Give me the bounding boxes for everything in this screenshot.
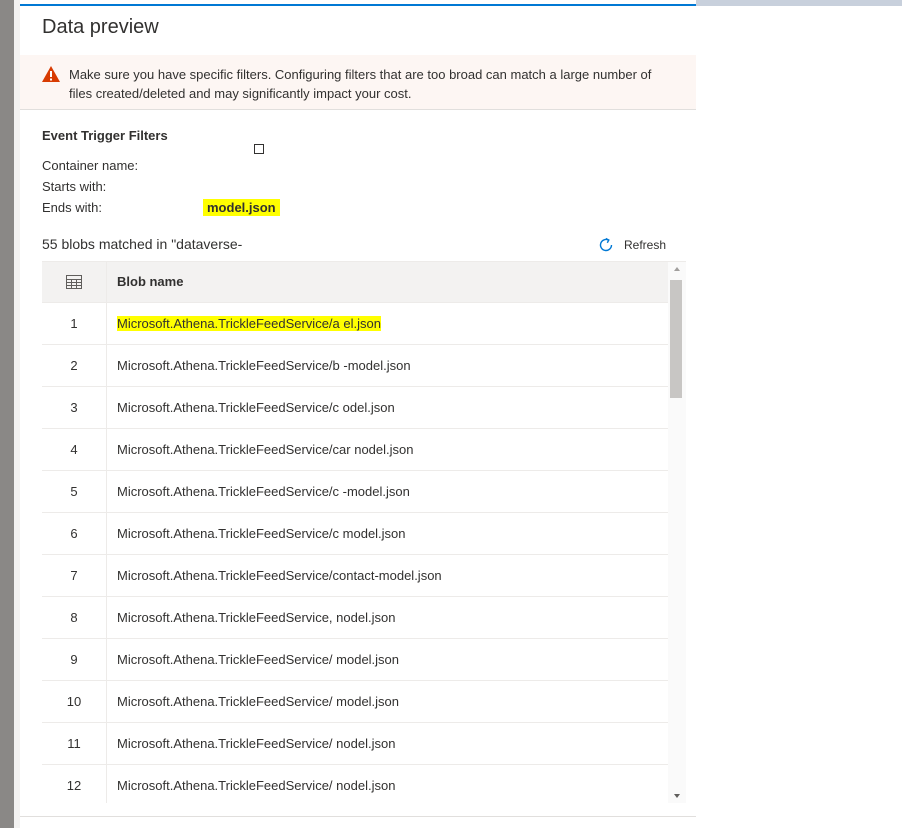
table-row[interactable]: 10 Microsoft.Athena.TrickleFeedService/ …	[42, 681, 668, 723]
table-row[interactable]: 5 Microsoft.Athena.TrickleFeedService/c …	[42, 471, 668, 513]
refresh-icon	[599, 237, 613, 252]
ends-with-label: Ends with:	[42, 200, 102, 215]
blob-name: Microsoft.Athena.TrickleFeedService/c od…	[117, 400, 395, 415]
table-row[interactable]: 2 Microsoft.Athena.TrickleFeedService/b …	[42, 345, 668, 387]
refresh-label: Refresh	[624, 238, 667, 252]
top-strip	[696, 0, 902, 6]
starts-with-label: Starts with:	[42, 179, 107, 194]
row-number: 1	[70, 316, 78, 331]
row-number: 7	[70, 568, 78, 583]
blob-name: Microsoft.Athena.TrickleFeedService/car …	[117, 442, 414, 457]
refresh-button[interactable]: Refresh	[598, 235, 666, 255]
blob-name: Microsoft.Athena.TrickleFeedService/c -m…	[117, 484, 410, 499]
warning-text: Make sure you have specific filters. Con…	[69, 67, 652, 101]
row-number: 5	[70, 484, 78, 499]
row-number: 2	[70, 358, 78, 373]
panel-bottom-divider	[20, 816, 696, 817]
row-number: 9	[70, 652, 78, 667]
scroll-up-icon[interactable]	[674, 267, 680, 271]
table-row[interactable]: 7 Microsoft.Athena.TrickleFeedService/co…	[42, 555, 668, 597]
blob-name: Microsoft.Athena.TrickleFeedService/ mod…	[117, 694, 400, 709]
panel-title: Data preview	[42, 16, 159, 38]
row-number: 6	[70, 526, 78, 541]
row-number: 12	[66, 778, 82, 793]
blob-name: Microsoft.Athena.TrickleFeedService/ nod…	[117, 778, 396, 793]
blob-name: Microsoft.Athena.TrickleFeedService, nod…	[117, 610, 396, 625]
panel-accent-line	[20, 4, 696, 6]
column-divider	[106, 262, 107, 803]
blob-name: Microsoft.Athena.TrickleFeedService/b -m…	[117, 358, 411, 373]
warning-banner: Make sure you have specific filters. Con…	[20, 55, 696, 110]
table-row[interactable]: 4 Microsoft.Athena.TrickleFeedService/ca…	[42, 429, 668, 471]
grid-scrollbar[interactable]	[668, 262, 686, 803]
scroll-down-icon[interactable]	[674, 794, 680, 798]
scroll-thumb[interactable]	[670, 280, 682, 398]
row-number: 11	[67, 736, 81, 751]
blobs-matched-text: 55 blobs matched in "dataverse-	[42, 236, 243, 252]
blob-name: Microsoft.Athena.TrickleFeedService/a el…	[117, 316, 381, 331]
table-row[interactable]: 8 Microsoft.Athena.TrickleFeedService, n…	[42, 597, 668, 639]
blob-name: Microsoft.Athena.TrickleFeedService/ nod…	[117, 736, 396, 751]
blob-name: Microsoft.Athena.TrickleFeedService/ mod…	[117, 652, 400, 667]
blob-name-column-header[interactable]: Blob name	[117, 274, 183, 289]
row-number: 4	[70, 442, 78, 457]
container-name-label: Container name:	[42, 158, 139, 173]
table-row[interactable]: 6 Microsoft.Athena.TrickleFeedService/c …	[42, 513, 668, 555]
left-gutter	[0, 0, 14, 828]
table-row[interactable]: 9 Microsoft.Athena.TrickleFeedService/ m…	[42, 639, 668, 681]
grid-header: Blob name	[42, 262, 668, 303]
row-number: 3	[70, 400, 78, 415]
data-preview-panel: Data preview Make sure you have specific…	[20, 0, 696, 828]
small-checkbox[interactable]	[254, 144, 264, 154]
blob-grid: Blob name 1 Microsoft.Athena.TrickleFeed…	[42, 261, 686, 803]
table-row[interactable]: 12 Microsoft.Athena.TrickleFeedService/ …	[42, 765, 668, 803]
blob-name: Microsoft.Athena.TrickleFeedService/cont…	[117, 568, 442, 583]
row-number: 8	[70, 610, 78, 625]
table-row[interactable]: 11 Microsoft.Athena.TrickleFeedService/ …	[42, 723, 668, 765]
ends-with-value: model.json	[203, 199, 280, 216]
table-grid-icon[interactable]	[66, 275, 82, 289]
row-number: 10	[66, 694, 82, 709]
warning-triangle-icon	[42, 66, 60, 82]
table-row[interactable]: 3 Microsoft.Athena.TrickleFeedService/c …	[42, 387, 668, 429]
table-row[interactable]: 1 Microsoft.Athena.TrickleFeedService/a …	[42, 303, 668, 345]
filters-section-title: Event Trigger Filters	[42, 128, 168, 143]
blob-name: Microsoft.Athena.TrickleFeedService/c mo…	[117, 526, 406, 541]
